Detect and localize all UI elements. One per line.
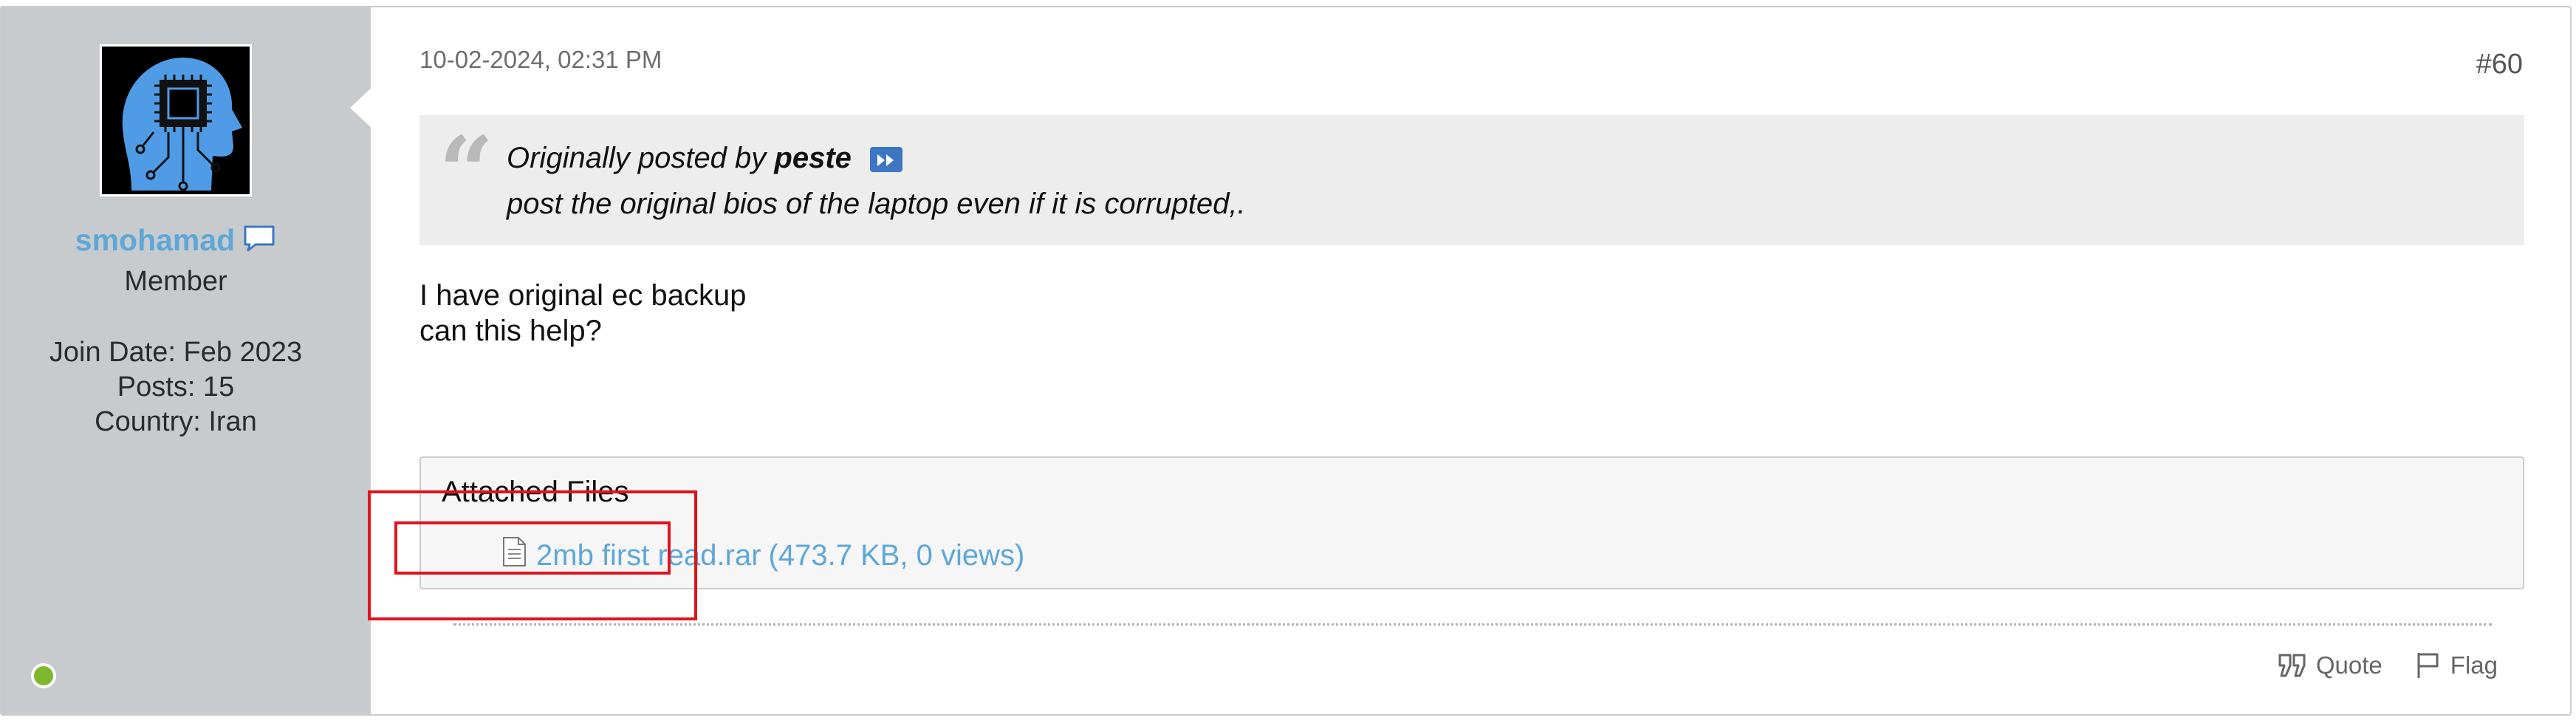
avatar-image — [102, 47, 250, 194]
quote-block: “ Originally posted by peste post the or… — [419, 115, 2524, 245]
post-number-link[interactable]: #60 — [2476, 49, 2523, 81]
message-body: I have original ec backup can this help? — [419, 278, 747, 349]
post-count: Posts: 15 — [117, 371, 235, 403]
user-info-panel: smohamad Member Join Date: Feb 2023 Post… — [1, 7, 371, 714]
flag-button[interactable]: Flag — [2415, 651, 2498, 679]
post-date: 10-02-2024, 02:31 PM — [419, 46, 662, 73]
quote-prefix: Originally posted by — [507, 142, 767, 174]
avatar[interactable] — [100, 44, 252, 196]
join-date: Join Date: Feb 2023 — [49, 337, 303, 368]
attached-files-box: Attached Files 2mb first read.rar (473.7… — [419, 456, 2524, 589]
user-stats: Join Date: Feb 2023 Posts: 15 Country: I… — [1, 335, 350, 439]
username-row: smohamad — [1, 223, 350, 261]
user-title: Member — [124, 266, 227, 297]
private-message-icon[interactable] — [242, 224, 276, 261]
quote-text: post the original bios of the laptop eve… — [507, 188, 1246, 220]
view-post-icon[interactable] — [870, 147, 903, 173]
speech-pointer — [350, 87, 372, 129]
username-link[interactable]: smohamad — [75, 223, 235, 257]
quote-label: Quote — [2315, 651, 2383, 679]
flag-icon — [2417, 653, 2439, 678]
quote-header: Originally posted by peste — [507, 142, 903, 175]
highlight-box-inner — [394, 521, 671, 575]
post-actions: Quote Flag — [2245, 651, 2498, 679]
quote-mark-icon: “ — [439, 115, 494, 228]
attachment-meta: (473.7 KB, 0 views) — [768, 538, 1025, 572]
online-status-icon — [31, 663, 56, 688]
quote-button[interactable]: Quote — [2278, 651, 2383, 679]
country: Country: Iran — [95, 406, 257, 437]
quote-author: peste — [774, 142, 852, 174]
post-divider — [453, 623, 2492, 626]
flag-label: Flag — [2450, 651, 2498, 679]
message-line: can this help? — [419, 315, 602, 347]
message-line: I have original ec backup — [419, 279, 747, 312]
quote-icon — [2278, 654, 2306, 677]
post-content: 10-02-2024, 02:31 PM #60 “ Originally po… — [371, 7, 2570, 714]
